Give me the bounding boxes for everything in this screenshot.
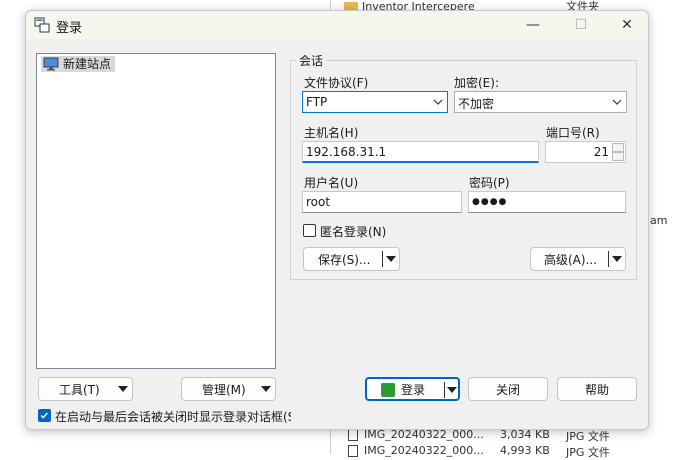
spin-up-button[interactable] <box>612 143 624 152</box>
file-row[interactable]: IMG_20240322_000... 4,993 KB JPG 文件 <box>344 442 680 460</box>
checkmark-icon <box>40 412 48 419</box>
encryption-select[interactable]: 不加密 <box>454 91 627 113</box>
password-input[interactable]: ●●●● <box>468 191 626 213</box>
password-label: 密码(P) <box>469 176 510 190</box>
host-label: 主机名(H) <box>304 126 359 140</box>
split-separator <box>444 382 445 398</box>
chevron-down-icon <box>612 99 622 105</box>
caret-down-icon[interactable] <box>612 256 622 262</box>
close-button[interactable]: 关闭 <box>468 377 548 401</box>
split-separator <box>382 251 383 267</box>
site-item-label: 新建站点 <box>63 57 112 71</box>
help-button[interactable]: 帮助 <box>557 377 637 401</box>
save-button-label: 保存(S)... <box>318 252 371 267</box>
split-separator <box>608 251 609 267</box>
username-input[interactable]: root <box>302 191 462 213</box>
advanced-button-label: 高级(A)... <box>544 252 598 267</box>
caret-down-icon[interactable] <box>447 387 457 393</box>
manage-button[interactable]: 管理(M) <box>181 377 276 401</box>
encryption-label: 加密(E): <box>454 76 499 90</box>
port-spinner[interactable]: 21 <box>545 141 626 163</box>
file-size: 4,993 KB <box>500 444 550 457</box>
port-label: 端口号(R) <box>546 126 600 140</box>
username-value: root <box>306 195 331 209</box>
login-dialog: 登录 — ☐ ✕ 新建站点 会话 文件协议(F) FTP 加密(E): 不加密 … <box>25 10 649 430</box>
encryption-value: 不加密 <box>458 97 495 111</box>
file-name: IMG_20240322_000... <box>364 444 484 457</box>
file-type: JPG 文件 <box>566 446 610 459</box>
host-value: 192.168.31.1 <box>306 145 387 159</box>
chevron-down-icon <box>433 99 443 105</box>
login-icon <box>381 383 395 397</box>
anonymous-checkbox[interactable] <box>303 224 316 237</box>
background-side-text: am <box>650 214 668 227</box>
dialog-title: 登录 <box>56 21 83 36</box>
monitor-icon <box>43 57 59 71</box>
advanced-button[interactable]: 高级(A)... <box>530 247 626 271</box>
show-on-startup-label: 在启动与最后会话被关闭时显示登录对话框(S <box>55 410 291 424</box>
protocol-label: 文件协议(F) <box>304 76 369 90</box>
password-mask: ●●●● <box>472 197 508 207</box>
session-group-title: 会话 <box>296 52 327 69</box>
login-button[interactable]: 登录 <box>365 377 460 401</box>
save-button[interactable]: 保存(S)... <box>303 247 400 271</box>
user-label: 用户名(U) <box>304 176 359 190</box>
caret-down-icon[interactable] <box>386 256 396 262</box>
maximize-button[interactable]: ☐ <box>558 11 604 39</box>
host-input[interactable]: 192.168.31.1 <box>302 141 539 163</box>
spin-down-button[interactable] <box>612 152 624 161</box>
protocol-select[interactable]: FTP <box>302 91 448 113</box>
image-file-icon <box>348 445 358 457</box>
minimize-button[interactable]: — <box>510 11 556 39</box>
tools-button[interactable]: 工具(T) <box>38 377 133 401</box>
login-button-label: 登录 <box>401 382 426 397</box>
image-file-icon <box>348 429 358 441</box>
port-value: 21 <box>593 145 609 159</box>
tools-button-label: 工具(T) <box>59 382 100 397</box>
close-window-button[interactable]: ✕ <box>604 11 650 39</box>
site-list[interactable]: 新建站点 <box>36 53 276 369</box>
caret-down-icon <box>118 386 128 392</box>
manage-button-label: 管理(M) <box>202 382 246 397</box>
title-bar[interactable]: 登录 — ☐ ✕ <box>26 11 648 39</box>
caret-down-icon <box>261 386 271 392</box>
help-button-label: 帮助 <box>584 382 609 397</box>
winscp-icon <box>34 17 50 33</box>
site-item-new-site[interactable]: 新建站点 <box>41 56 116 72</box>
close-button-label: 关闭 <box>495 382 520 397</box>
show-on-startup-checkbox[interactable] <box>38 409 51 422</box>
anonymous-label: 匿名登录(N) <box>320 225 387 239</box>
protocol-value: FTP <box>306 95 328 109</box>
